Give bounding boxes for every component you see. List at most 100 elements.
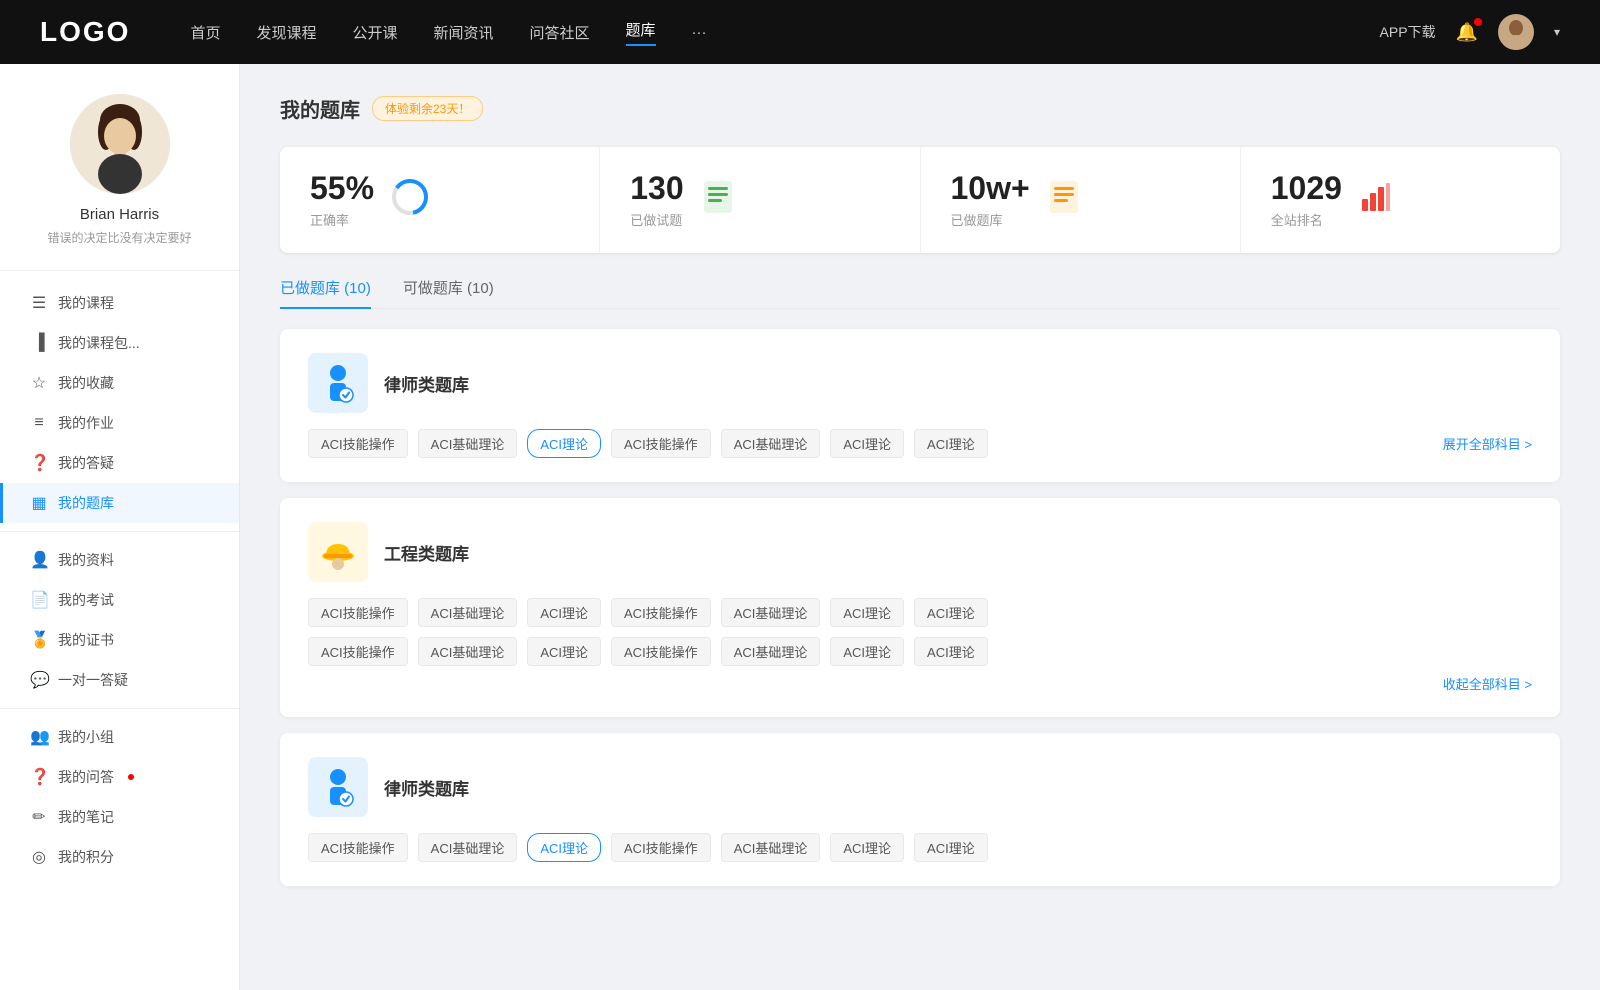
bank-card-lawyer: 律师类题库 ACI技能操作 ACI基础理论 ACI理论 ACI技能操作 ACI基… [280, 329, 1560, 482]
notification-bell[interactable]: 🔔 [1456, 22, 1478, 43]
sidebar-item-groups[interactable]: 👥 我的小组 [0, 717, 239, 757]
my-questions-icon: ❓ [30, 767, 48, 787]
sidebar-item-certificates[interactable]: 🏅 我的证书 [0, 620, 239, 660]
notification-badge [1474, 18, 1482, 26]
sidebar-item-one-on-one[interactable]: 💬 一对一答疑 [0, 660, 239, 700]
nav-discover[interactable]: 发现课程 [256, 22, 316, 43]
nav-qa[interactable]: 问答社区 [530, 22, 590, 43]
bank-lawyer2-tags: ACI技能操作 ACI基础理论 ACI理论 ACI技能操作 ACI基础理论 AC… [308, 833, 1532, 862]
tag-item[interactable]: ACI技能操作 [611, 429, 711, 458]
tag-item[interactable]: ACI技能操作 [611, 833, 711, 862]
stat-rank-value: 1029 [1271, 171, 1342, 206]
nav-question-bank[interactable]: 题库 [626, 19, 656, 46]
sidebar-item-exams[interactable]: 📄 我的考试 [0, 580, 239, 620]
sidebar-item-my-questions[interactable]: ❓ 我的问答 [0, 757, 239, 797]
nav-home[interactable]: 首页 [190, 22, 220, 43]
sidebar-item-homework[interactable]: ≡ 我的作业 [0, 403, 239, 443]
tab-done-banks[interactable]: 已做题库 (10) [280, 277, 371, 308]
sidebar-label-course-packages: 我的课程包... [58, 333, 140, 353]
logo[interactable]: LOGO [40, 16, 130, 48]
sidebar-item-notes[interactable]: ✏ 我的笔记 [0, 797, 239, 837]
stat-done-banks-text: 10w+ 已做题库 [951, 171, 1030, 229]
tag-item[interactable]: ACI基础理论 [418, 833, 518, 862]
expand-lawyer-btn[interactable]: 展开全部科目 > [1443, 434, 1532, 453]
tag-item[interactable]: ACI技能操作 [308, 429, 408, 458]
tag-item[interactable]: ACI理论 [914, 833, 988, 862]
sidebar-divider-1 [0, 531, 239, 532]
trial-badge: 体验剩余23天！ [372, 96, 483, 121]
tag-item[interactable]: ACI理论 [914, 637, 988, 666]
tag-item[interactable]: ACI理论 [830, 833, 904, 862]
bank-name-engineering: 工程类题库 [384, 540, 469, 565]
accuracy-pie-icon [390, 177, 430, 224]
sidebar-label-favorites: 我的收藏 [58, 373, 114, 393]
tag-item[interactable]: ACI技能操作 [308, 833, 408, 862]
tag-item[interactable]: ACI基础理论 [721, 598, 821, 627]
tag-item[interactable]: ACI基础理论 [418, 637, 518, 666]
tag-item[interactable]: ACI基础理论 [418, 598, 518, 627]
tag-item[interactable]: ACI基础理论 [418, 429, 518, 458]
sidebar-item-qa[interactable]: ❓ 我的答疑 [0, 443, 239, 483]
sidebar-label-courses: 我的课程 [58, 293, 114, 313]
tag-item[interactable]: ACI理论 [914, 598, 988, 627]
tag-item[interactable]: ACI技能操作 [308, 637, 408, 666]
user-menu-chevron[interactable]: ▾ [1554, 25, 1560, 39]
nav-news[interactable]: 新闻资讯 [434, 22, 494, 43]
tab-available-banks[interactable]: 可做题库 (10) [403, 277, 494, 308]
stat-rank: 1029 全站排名 [1241, 147, 1560, 253]
tag-item[interactable]: ACI理论 [830, 637, 904, 666]
app-download-btn[interactable]: APP下载 [1380, 22, 1436, 42]
tag-item[interactable]: ACI技能操作 [611, 637, 711, 666]
stat-accuracy: 55% 正确率 [280, 147, 600, 253]
done-banks-icon [1046, 179, 1082, 222]
sidebar-item-courses[interactable]: ☰ 我的课程 [0, 283, 239, 323]
notes-icon: ✏ [30, 807, 48, 827]
tag-item[interactable]: ACI基础理论 [721, 429, 821, 458]
tag-item[interactable]: ACI技能操作 [611, 598, 711, 627]
stat-done-questions-label: 已做试题 [630, 210, 683, 229]
sidebar-item-points[interactable]: ◎ 我的积分 [0, 837, 239, 877]
rank-chart-icon [1358, 179, 1394, 222]
sidebar-item-question-bank[interactable]: ▦ 我的题库 [0, 483, 239, 523]
stat-rank-label: 全站排名 [1271, 210, 1342, 229]
sidebar-label-points: 我的积分 [58, 847, 114, 867]
sidebar-label-profile: 我的资料 [58, 550, 114, 570]
sidebar-item-course-packages[interactable]: ▐ 我的课程包... [0, 323, 239, 363]
collapse-engineering-btn: 收起全部科目 > [308, 674, 1532, 693]
favorites-icon: ☆ [30, 373, 48, 393]
tag-item[interactable]: ACI理论 [830, 598, 904, 627]
bank-name-lawyer2: 律师类题库 [384, 775, 469, 800]
bank-name-lawyer: 律师类题库 [384, 371, 469, 396]
lawyer-icon [308, 353, 368, 413]
tag-item-active[interactable]: ACI理论 [527, 833, 601, 862]
engineer-icon [308, 522, 368, 582]
stat-accuracy-label: 正确率 [310, 210, 374, 229]
sidebar-item-profile[interactable]: 👤 我的资料 [0, 540, 239, 580]
course-packages-icon: ▐ [30, 334, 48, 352]
sidebar-item-favorites[interactable]: ☆ 我的收藏 [0, 363, 239, 403]
sidebar: Brian Harris 错误的决定比没有决定要好 ☰ 我的课程 ▐ 我的课程包… [0, 64, 240, 990]
tag-item[interactable]: ACI理论 [914, 429, 988, 458]
homework-icon: ≡ [30, 414, 48, 432]
tag-item[interactable]: ACI理论 [527, 598, 601, 627]
bank-card-engineering: 工程类题库 ACI技能操作 ACI基础理论 ACI理论 ACI技能操作 ACI基… [280, 498, 1560, 717]
nav-open-course[interactable]: 公开课 [352, 22, 397, 43]
bank-card-engineering-header: 工程类题库 [308, 522, 1532, 582]
tag-item-active[interactable]: ACI理论 [527, 429, 601, 458]
tag-item[interactable]: ACI理论 [527, 637, 601, 666]
tag-item[interactable]: ACI基础理论 [721, 833, 821, 862]
navbar-right: APP下载 🔔 ▾ [1380, 14, 1560, 50]
stat-rank-text: 1029 全站排名 [1271, 171, 1342, 229]
sidebar-divider-2 [0, 708, 239, 709]
tag-item[interactable]: ACI技能操作 [308, 598, 408, 627]
qa-icon: ❓ [30, 453, 48, 473]
collapse-engineering-label[interactable]: 收起全部科目 > [1443, 674, 1532, 693]
tag-item[interactable]: ACI基础理论 [721, 637, 821, 666]
tabs-row: 已做题库 (10) 可做题库 (10) [280, 277, 1560, 309]
bank-card-lawyer2: 律师类题库 ACI技能操作 ACI基础理论 ACI理论 ACI技能操作 ACI基… [280, 733, 1560, 886]
nav-more[interactable]: ··· [692, 24, 707, 41]
user-avatar[interactable] [1498, 14, 1534, 50]
bank-engineering-tags-row1: ACI技能操作 ACI基础理论 ACI理论 ACI技能操作 ACI基础理论 AC… [308, 598, 1532, 627]
tag-item[interactable]: ACI理论 [830, 429, 904, 458]
sidebar-menu: ☰ 我的课程 ▐ 我的课程包... ☆ 我的收藏 ≡ 我的作业 ❓ 我的答疑 ▦… [0, 271, 239, 889]
